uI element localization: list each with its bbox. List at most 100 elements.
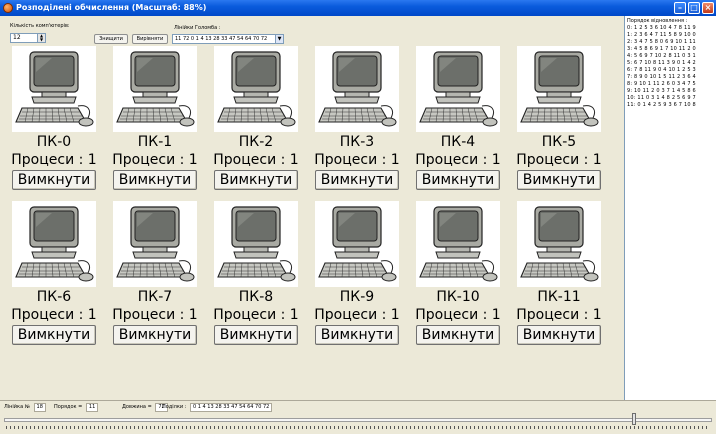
- lines-label: Лінійки Голомба :: [174, 25, 221, 31]
- recovery-line: 11: 0 1 4 2 5 9 3 6 7 10 8: [627, 102, 696, 108]
- minimize-button[interactable]: –: [674, 2, 686, 14]
- line-label: Лінійка №: [4, 404, 30, 410]
- count-value: 12: [13, 34, 21, 41]
- count-label: Кількість комп'ютерів:: [10, 23, 70, 29]
- recovery-line: 1: 2 3 6 4 7 11 5 8 9 10 0: [627, 32, 696, 38]
- turn-off-button[interactable]: Вимкнути: [517, 325, 601, 345]
- recovery-line: 0: 1 2 5 3 6 10 4 7 8 11 9: [627, 25, 696, 31]
- computer-card: ПК-9 Процеси : 1 Вимкнути: [307, 201, 407, 351]
- recovery-line: 5: 6 7 10 8 11 3 9 0 1 4 2: [627, 60, 696, 66]
- computer-processes: Процеси : 1: [516, 152, 602, 168]
- computer-processes: Процеси : 1: [415, 152, 501, 168]
- maximize-button[interactable]: □: [688, 2, 700, 14]
- computer-image: [416, 46, 500, 132]
- computer-name: ПК-9: [339, 289, 375, 305]
- trackbar-thumb[interactable]: [632, 413, 637, 425]
- computer-name: ПК-8: [238, 289, 274, 305]
- recovery-line: 3: 4 5 8 6 9 1 7 10 11 2 0: [627, 46, 696, 52]
- computer-image: [214, 46, 298, 132]
- recovery-title: Порядок відновлення :: [627, 18, 688, 24]
- computer-name: ПК-3: [339, 134, 375, 150]
- spinner-arrows-icon[interactable]: ▲ ▼: [37, 34, 45, 42]
- turn-off-button[interactable]: Вимкнути: [315, 170, 399, 190]
- close-button[interactable]: ×: [702, 2, 714, 14]
- computer-processes: Процеси : 1: [314, 152, 400, 168]
- computer-name: ПК-10: [436, 289, 480, 305]
- line-value: 18: [33, 403, 46, 412]
- computer-processes: Процеси : 1: [11, 307, 97, 323]
- computer-image: [416, 201, 500, 287]
- computer-icon: [419, 206, 498, 282]
- computer-icon: [419, 51, 498, 127]
- recovery-order-panel: Порядок відновлення : 0: 1 2 5 3 6 10 4 …: [624, 16, 716, 400]
- computer-image: [315, 201, 399, 287]
- order-label: Порядок =: [54, 404, 83, 410]
- computer-image: [12, 201, 96, 287]
- turn-off-button[interactable]: Вимкнути: [12, 325, 96, 345]
- destroy-button[interactable]: Знищити: [94, 34, 128, 44]
- turn-off-button[interactable]: Вимкнути: [113, 325, 197, 345]
- computer-card: ПК-7 Процеси : 1 Вимкнути: [105, 201, 205, 351]
- computer-card: ПК-1 Процеси : 1 Вимкнути: [105, 46, 205, 196]
- computer-processes: Процеси : 1: [112, 307, 198, 323]
- chevron-down-icon[interactable]: ▼: [275, 35, 283, 43]
- computer-name: ПК-4: [440, 134, 476, 150]
- trackbar-ticks: [6, 426, 710, 429]
- computer-image: [214, 201, 298, 287]
- close-icon: ×: [704, 3, 712, 12]
- computer-icon: [520, 206, 599, 282]
- computer-icon: [15, 206, 94, 282]
- computer-image: [517, 46, 601, 132]
- turn-off-button[interactable]: Вимкнути: [517, 170, 601, 190]
- computer-icon: [520, 51, 599, 127]
- computer-card: ПК-10 Процеси : 1 Вимкнути: [408, 201, 508, 351]
- turn-off-button[interactable]: Вимкнути: [113, 170, 197, 190]
- computer-name: ПК-6: [36, 289, 72, 305]
- computer-name: ПК-2: [238, 134, 274, 150]
- recovery-line: 8: 9 10 1 11 2 6 0 3 4 7 5: [627, 81, 696, 87]
- computer-image: [113, 46, 197, 132]
- recovery-line: 2: 3 4 7 5 8 0 6 9 10 1 11: [627, 39, 696, 45]
- turn-off-button[interactable]: Вимкнути: [416, 170, 500, 190]
- computer-name: ПК-5: [541, 134, 577, 150]
- computer-icon: [15, 51, 94, 127]
- order-value: 11: [85, 403, 99, 412]
- marks-value: 0 1 4 13 28 33 47 54 64 70 72: [190, 403, 273, 412]
- length-label: Довжина =: [122, 404, 152, 410]
- computer-name: ПК-7: [137, 289, 173, 305]
- count-spinner[interactable]: 12 ▲ ▼: [10, 33, 46, 43]
- computer-image: [12, 46, 96, 132]
- computer-icon: [116, 206, 195, 282]
- recovery-line: 7: 8 9 0 10 1 5 11 2 3 6 4: [627, 74, 696, 80]
- turn-off-button[interactable]: Вимкнути: [12, 170, 96, 190]
- marks-label: Поділки :: [162, 404, 187, 410]
- recovery-line: 6: 7 8 11 9 0 4 10 1 2 5 3: [627, 67, 696, 73]
- computer-processes: Процеси : 1: [112, 152, 198, 168]
- computers-area: Кількість комп'ютерів: 12 ▲ ▼ Знищити Вир…: [0, 16, 624, 400]
- turn-off-button[interactable]: Вимкнути: [214, 325, 298, 345]
- turn-off-button[interactable]: Вимкнути: [214, 170, 298, 190]
- window-title: Розподілені обчислення (Масштаб: 88%): [16, 3, 207, 12]
- computer-name: ПК-1: [137, 134, 173, 150]
- recovery-line: 9: 10 11 2 0 3 7 1 4 5 8 6: [627, 88, 696, 94]
- computer-icon: [318, 51, 397, 127]
- computer-card: ПК-3 Процеси : 1 Вимкнути: [307, 46, 407, 196]
- turn-off-button[interactable]: Вимкнути: [416, 325, 500, 345]
- trackbar-area: [0, 412, 716, 434]
- turn-off-button[interactable]: Вимкнути: [315, 325, 399, 345]
- computer-processes: Процеси : 1: [213, 307, 299, 323]
- computer-processes: Процеси : 1: [213, 152, 299, 168]
- golomb-lines-select[interactable]: 11 72 0 1 4 13 28 33 47 54 64 70 72 ▼: [172, 34, 284, 44]
- recovery-line: 4: 5 6 9 7 10 2 8 11 0 3 1: [627, 53, 696, 59]
- title-bar: Розподілені обчислення (Масштаб: 88%) – …: [0, 0, 716, 16]
- status-bar: Лінійка № 18 Порядок = 11 Довжина = 72 П…: [0, 400, 716, 412]
- computer-processes: Процеси : 1: [11, 152, 97, 168]
- trackbar-track[interactable]: [4, 418, 712, 422]
- computer-icon: [217, 51, 296, 127]
- minimize-icon: –: [678, 3, 682, 12]
- maximize-icon: □: [690, 3, 698, 12]
- window-controls: – □ ×: [674, 2, 714, 14]
- computer-processes: Процеси : 1: [516, 307, 602, 323]
- computer-icon: [217, 206, 296, 282]
- align-button[interactable]: Вирівняти: [132, 34, 168, 44]
